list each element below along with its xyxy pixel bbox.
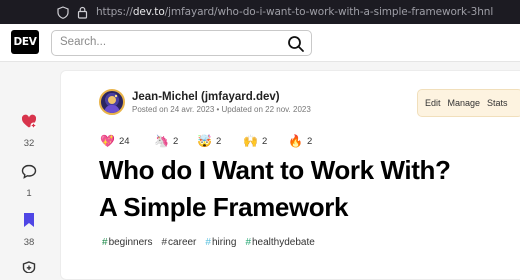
url-prefix: https:// [96, 6, 133, 18]
unicorn-icon: 🦄 [154, 134, 169, 148]
reaction-count: 2 [261, 135, 268, 147]
search-box[interactable] [51, 30, 312, 56]
reaction-sidebar: 32 1 38 [0, 62, 58, 274]
search-input[interactable] [60, 36, 280, 48]
tag-healthydebate[interactable]: #healthydebate [245, 237, 314, 248]
fire-icon: 🔥 [288, 134, 303, 148]
heart-plus-icon[interactable] [21, 114, 37, 133]
site-header: DEV [0, 24, 520, 62]
reaction-count: 2 [306, 135, 313, 147]
more-reaction[interactable] [10, 260, 48, 278]
tag-label: beginners [108, 237, 153, 248]
reaction-count: 24 [118, 135, 130, 147]
author-actions: Edit Manage Stats [417, 89, 520, 117]
tag-label: career [168, 237, 197, 248]
bookmark-count: 38 [23, 237, 35, 248]
like-count: 32 [23, 138, 35, 149]
tag-hash: # [161, 237, 168, 248]
raised-hands-icon: 🙌 [243, 134, 258, 148]
article-title-line-2: A Simple Framework [99, 192, 349, 222]
edit-button[interactable]: Edit [425, 98, 441, 108]
exploding-head-icon: 🤯 [197, 134, 212, 148]
reaction-unicorn[interactable]: 🦄 2 [154, 134, 178, 148]
tag-list: #beginners #career #hiring #healthydebat… [102, 237, 315, 248]
tag-beginners[interactable]: #beginners [102, 237, 152, 248]
reaction-raised-hands[interactable]: 🙌 2 [243, 134, 267, 148]
tag-label: hiring [211, 237, 237, 248]
tag-hash: # [245, 237, 251, 248]
comment-icon[interactable] [21, 164, 37, 183]
reaction-count: 2 [215, 135, 222, 147]
article-title-line-1: Who do I Want to Work With? [99, 155, 451, 185]
shield-plus-icon[interactable] [22, 260, 36, 277]
bookmark-icon[interactable] [22, 213, 36, 232]
tag-label: healthydebate [252, 237, 315, 248]
tag-career[interactable]: #career [161, 237, 196, 248]
shield-icon[interactable] [55, 4, 71, 20]
avatar[interactable] [99, 89, 125, 115]
tag-hash: # [102, 237, 108, 248]
search-icon[interactable] [287, 35, 305, 58]
tag-hash: # [205, 237, 211, 248]
dev-logo[interactable]: DEV [11, 30, 39, 54]
lock-icon[interactable] [74, 4, 90, 20]
url-domain: dev.to [132, 6, 165, 18]
reaction-exploding-head[interactable]: 🤯 2 [197, 134, 221, 148]
reaction-fire[interactable]: 🔥 2 [288, 134, 312, 148]
tag-hiring[interactable]: #hiring [205, 237, 236, 248]
url-text[interactable]: https://dev.to/jmfayard/who-do-i-want-to… [96, 6, 493, 18]
reaction-sparkle-heart[interactable]: 💖 24 [100, 134, 130, 148]
comment-reaction[interactable]: 1 [10, 164, 48, 199]
like-reaction[interactable]: 32 [10, 114, 48, 149]
posted-date: Posted on 24 avr. 2023 • Updated on 22 n… [132, 105, 311, 114]
stats-button[interactable]: Stats [487, 98, 508, 108]
browser-url-bar: https://dev.to/jmfayard/who-do-i-want-to… [0, 0, 520, 24]
comment-count: 1 [26, 188, 32, 199]
manage-button[interactable]: Manage [448, 98, 481, 108]
reaction-count: 2 [172, 135, 179, 147]
sparkle-heart-icon: 💖 [100, 134, 115, 148]
author-name[interactable]: Jean-Michel (jmfayard.dev) [132, 91, 280, 103]
article-title: Who do I Want to Work With? A Simple Fra… [99, 152, 519, 226]
url-path: /jmfayard/who-do-i-want-to-work-with-a-s… [164, 6, 494, 18]
bookmark-reaction[interactable]: 38 [10, 212, 48, 248]
